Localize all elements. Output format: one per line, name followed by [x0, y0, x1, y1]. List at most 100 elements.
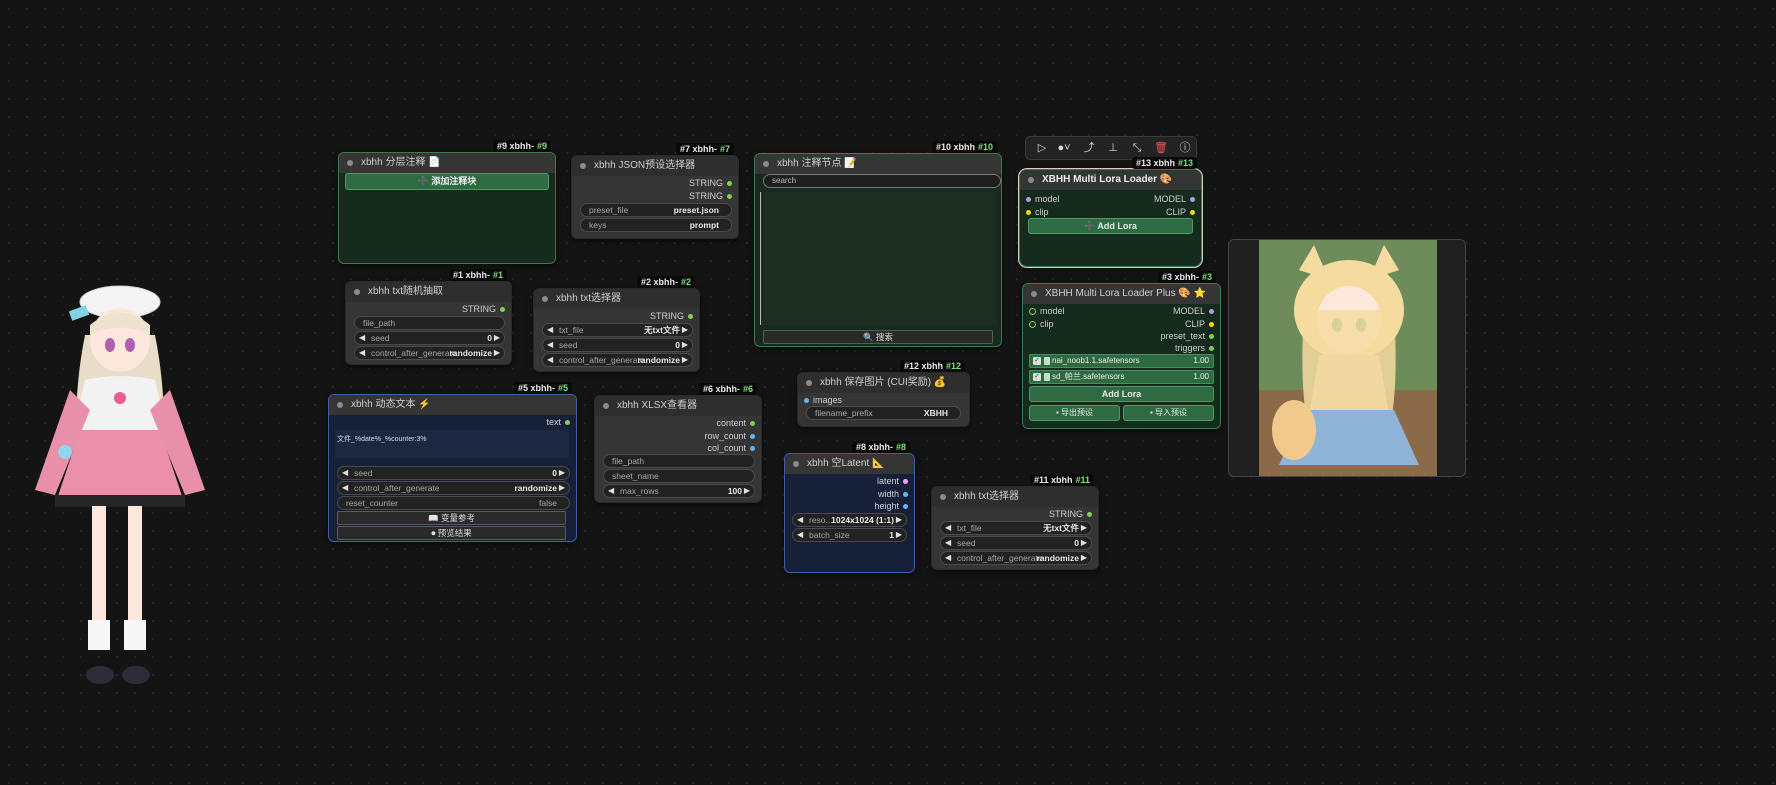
- increment-arrow[interactable]: ▶: [682, 324, 688, 336]
- batch-size-number[interactable]: ◀ batch_size 1 ▶: [792, 528, 907, 542]
- decrement-arrow[interactable]: ◀: [342, 482, 348, 494]
- increment-arrow[interactable]: ▶: [682, 339, 688, 351]
- node-title[interactable]: xbhh 动态文本 ⚡: [329, 395, 576, 415]
- seed-number[interactable]: ◀ seed 0 ▶: [337, 466, 570, 480]
- color-icon[interactable]: ●˅: [1054, 140, 1074, 156]
- output-clip[interactable]: CLIP: [1166, 207, 1195, 217]
- output-triggers[interactable]: triggers: [1175, 343, 1214, 353]
- output-content[interactable]: content: [716, 418, 755, 428]
- collapse-dot[interactable]: [806, 380, 812, 386]
- play-icon[interactable]: ▷: [1034, 140, 1050, 156]
- decrement-arrow[interactable]: ◀: [359, 347, 365, 359]
- output-string[interactable]: STRING: [689, 191, 732, 201]
- input-clip[interactable]: clip: [1029, 319, 1054, 329]
- import-preset-button[interactable]: ▪ 导入预设: [1123, 405, 1214, 421]
- node-multi-lora-loader[interactable]: #13 xbhh #13 XBHH Multi Lora Loader 🎨 mod…: [1018, 157, 1203, 268]
- lora-row[interactable]: ✓ nai_noob1.1.safetensors 1.00: [1029, 354, 1214, 368]
- input-clip[interactable]: clip: [1026, 207, 1049, 217]
- node-json-preset-selector[interactable]: #7 xbhh- #7 xbhh JSON预设选择器 STRING STRING …: [571, 143, 739, 239]
- increment-arrow[interactable]: ▶: [1081, 537, 1087, 549]
- increment-arrow[interactable]: ▶: [494, 332, 500, 344]
- input-images[interactable]: images: [804, 395, 842, 405]
- reset-counter-toggle[interactable]: reset_counter false: [337, 496, 570, 510]
- increment-arrow[interactable]: ▶: [1081, 522, 1087, 534]
- node-title[interactable]: xbhh XLSX查看器: [595, 396, 761, 416]
- preset-file-combo[interactable]: preset_file preset.json: [580, 203, 732, 217]
- filename-prefix-input[interactable]: filename_prefix XBHH: [806, 406, 961, 420]
- collapse-dot[interactable]: [354, 289, 360, 295]
- node-multi-lora-loader-plus[interactable]: #3 xbhh- #3 XBHH Multi Lora Loader Plus 🎨…: [1022, 271, 1221, 429]
- collapse-dot[interactable]: [793, 461, 799, 467]
- search-button[interactable]: 🔍 搜索: [763, 330, 993, 344]
- add-lora-button[interactable]: ➕ Add Lora: [1028, 218, 1193, 234]
- output-height[interactable]: height: [874, 501, 908, 511]
- control-after-generate-combo[interactable]: ◀ control_after_generate randomize ▶: [940, 551, 1092, 565]
- increment-arrow[interactable]: ▶: [682, 354, 688, 366]
- decrement-arrow[interactable]: ◀: [945, 552, 951, 564]
- node-txt-selector[interactable]: #2 xbhh- #2 xbhh txt选择器 STRING ◀ txt_file 无…: [533, 276, 700, 372]
- collapse-dot[interactable]: [763, 161, 769, 167]
- output-clip[interactable]: CLIP: [1185, 319, 1214, 329]
- lora-row[interactable]: ✓ sd_帕兰.safetensors 1.00: [1029, 370, 1214, 384]
- decrement-arrow[interactable]: ◀: [359, 332, 365, 344]
- output-string[interactable]: STRING: [1049, 509, 1092, 519]
- add-lora-button[interactable]: Add Lora: [1029, 386, 1214, 402]
- text-template-area[interactable]: 文件_%date%_%counter:3%: [335, 430, 569, 458]
- keys-combo[interactable]: keys prompt: [580, 218, 732, 232]
- increment-arrow[interactable]: ▶: [559, 482, 565, 494]
- node-title[interactable]: xbhh txt选择器: [534, 289, 699, 309]
- output-text[interactable]: text: [546, 417, 570, 427]
- node-title[interactable]: xbhh txt选择器: [932, 487, 1098, 507]
- collapse-dot[interactable]: [542, 296, 548, 302]
- increment-arrow[interactable]: ▶: [1081, 552, 1087, 564]
- output-string[interactable]: STRING: [650, 311, 693, 321]
- pin-icon[interactable]: ⊥: [1105, 140, 1121, 156]
- output-preset-text[interactable]: preset_text: [1160, 331, 1214, 341]
- increment-arrow[interactable]: ▶: [494, 347, 500, 359]
- control-after-generate-combo[interactable]: ◀ control_after_generate randomize ▶: [542, 353, 693, 367]
- node-empty-latent[interactable]: #8 xbhh- #8 xbhh 空Latent 📐 latent width h…: [784, 441, 915, 573]
- node-title[interactable]: xbhh txt随机抽取: [346, 282, 511, 302]
- node-title[interactable]: XBHH Multi Lora Loader Plus 🎨 ⭐: [1023, 284, 1220, 304]
- output-row-count[interactable]: row_count: [704, 431, 755, 441]
- max-rows-number[interactable]: ◀ max_rows 100 ▶: [603, 484, 755, 498]
- decrement-arrow[interactable]: ◀: [547, 324, 553, 336]
- resolution-combo[interactable]: ◀ reso... 1024x1024 (1:1) ▶: [792, 513, 907, 527]
- node-title[interactable]: xbhh 空Latent 📐: [785, 454, 914, 474]
- increment-arrow[interactable]: ▶: [896, 529, 902, 541]
- output-string[interactable]: STRING: [689, 178, 732, 188]
- export-preset-button[interactable]: ▪ 导出预设: [1029, 405, 1120, 421]
- collapse-dot[interactable]: [347, 160, 353, 166]
- collapse-dot[interactable]: [337, 402, 343, 408]
- collapse-dot[interactable]: [1028, 177, 1034, 183]
- decrement-arrow[interactable]: ◀: [342, 467, 348, 479]
- control-after-generate-combo[interactable]: ◀ control_after_generate randomize ▶: [337, 481, 570, 495]
- increment-arrow[interactable]: ▶: [896, 514, 902, 526]
- txt-file-combo[interactable]: ◀ txt_file 无txt文件 ▶: [940, 521, 1092, 535]
- control-after-generate-combo[interactable]: ◀ control_after_generate randomize ▶: [354, 346, 505, 360]
- variable-reference-button[interactable]: 📖 变量参考: [337, 511, 566, 525]
- delete-icon[interactable]: 🗑: [1153, 140, 1169, 156]
- output-string[interactable]: STRING: [462, 304, 505, 314]
- increment-arrow[interactable]: ▶: [744, 485, 750, 497]
- annotation-text-area[interactable]: [760, 192, 997, 325]
- search-input[interactable]: search: [763, 174, 1001, 188]
- output-latent[interactable]: latent: [877, 476, 908, 486]
- collapse-icon[interactable]: ⤡: [1129, 140, 1145, 156]
- lora-checkbox[interactable]: ✓: [1033, 357, 1041, 365]
- node-title[interactable]: XBHH Multi Lora Loader 🎨: [1020, 170, 1201, 190]
- seed-number[interactable]: ◀ seed 0 ▶: [542, 338, 693, 352]
- input-model[interactable]: model: [1029, 306, 1065, 316]
- collapse-dot[interactable]: [1031, 291, 1037, 297]
- node-layer-comment[interactable]: #9 xbhh- #9 xbhh 分层注释 📄 ➕ 添加注释块: [338, 140, 556, 264]
- decrement-arrow[interactable]: ◀: [945, 537, 951, 549]
- node-save-image[interactable]: #12 xbhh #12 xbhh 保存图片 (CUI奖励) 💰 images f…: [797, 360, 970, 427]
- output-col-count[interactable]: col_count: [707, 443, 755, 453]
- input-model[interactable]: model: [1026, 194, 1060, 204]
- add-comment-block-button[interactable]: ➕ 添加注释块: [345, 173, 549, 190]
- lora-checkbox[interactable]: ✓: [1033, 373, 1041, 381]
- preview-result-button[interactable]: ⏺ 预览结果: [337, 526, 566, 540]
- txt-file-combo[interactable]: ◀ txt_file 无txt文件 ▶: [542, 323, 693, 337]
- node-title[interactable]: xbhh 分层注释 📄: [339, 153, 555, 173]
- collapse-dot[interactable]: [940, 494, 946, 500]
